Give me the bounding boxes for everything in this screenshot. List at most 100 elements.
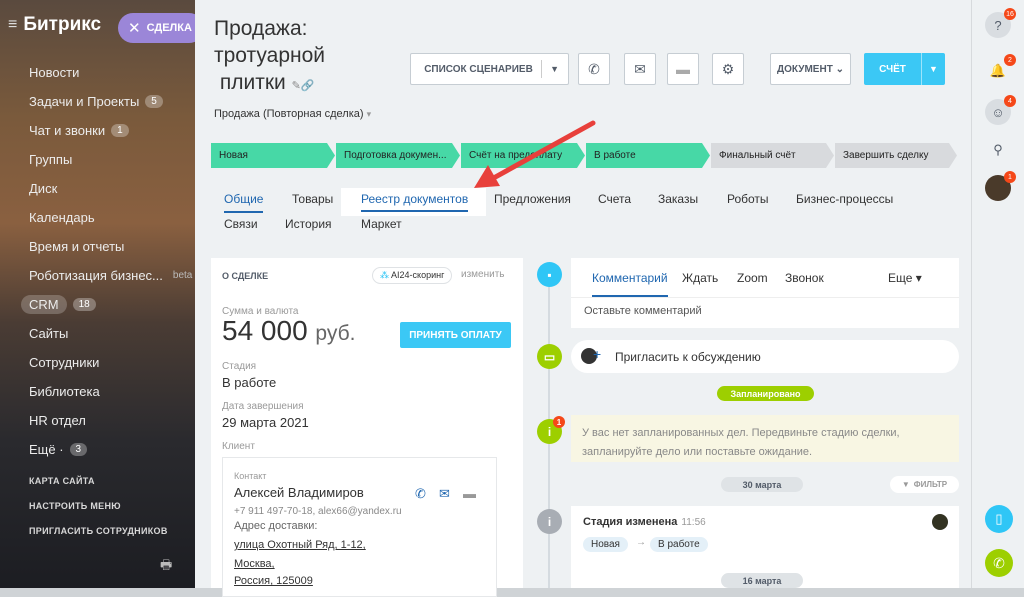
stage-new[interactable]: Новая xyxy=(211,143,335,168)
edit-pencil-icon[interactable]: ✎ xyxy=(292,80,301,92)
sidebar-item-robotization[interactable]: Роботизация бизнес... beta xyxy=(0,261,195,290)
stage-final-invoice[interactable]: Финальный счёт xyxy=(711,143,834,168)
invoice-label: СЧЁТ xyxy=(879,63,906,75)
scenarios-button[interactable]: СПИСОК СЦЕНАРИЕВ ▼ xyxy=(410,53,569,85)
help-icon[interactable]: ? 16 xyxy=(985,8,1016,38)
deal-pill-label: СДЕЛКА xyxy=(146,22,192,34)
invite-discussion[interactable]: + Пригласить к обсуждению xyxy=(571,340,959,373)
sidebar-item-news[interactable]: Новости xyxy=(0,58,195,87)
phone-icon[interactable]: ✆ xyxy=(415,486,426,502)
editor-tab-comment[interactable]: Комментарий xyxy=(592,271,668,297)
ai-scoring-tag[interactable]: ⁂ AI24-скоринг xyxy=(372,267,453,284)
tab-general[interactable]: Общие xyxy=(224,192,264,213)
close-icon[interactable]: ✕ xyxy=(128,19,141,37)
accept-payment-button[interactable]: ПРИНЯТЬ ОПЛАТУ xyxy=(400,322,511,348)
address-line[interactable]: улица Охотный Ряд, 1-12, xyxy=(234,539,366,551)
tab-documents-registry[interactable]: Реестр документов xyxy=(341,188,487,216)
tab-robots[interactable]: Роботы xyxy=(727,192,769,206)
contact-name[interactable]: Алексей Владимиров xyxy=(234,485,364,500)
currency: руб. xyxy=(315,322,356,345)
help-count-badge: 16 xyxy=(1004,8,1016,20)
link-icon[interactable]: 🔗 xyxy=(301,80,315,92)
tab-market[interactable]: Маркет xyxy=(361,217,402,231)
printer-icon[interactable]: 🖶 xyxy=(160,556,172,578)
change-title-text: Стадия изменена xyxy=(583,516,678,528)
sidebar-item-tasks[interactable]: Задачи и Проекты 5 xyxy=(0,87,195,116)
deal-close-pill[interactable]: ✕ СДЕЛКА xyxy=(118,13,195,43)
gear-icon: ⚙ xyxy=(721,60,735,77)
chat-button[interactable]: ▬ xyxy=(667,53,699,85)
comment-input[interactable]: Оставьте комментарий xyxy=(584,305,702,317)
phone-icon[interactable]: ✆ xyxy=(985,549,1013,577)
more-label: Еще xyxy=(888,271,913,285)
editor-tab-zoom[interactable]: Zoom xyxy=(737,271,768,285)
editor-tab-more[interactable]: Еще ▾ xyxy=(888,271,922,285)
title-line: плитки xyxy=(219,71,286,94)
stage-in-progress[interactable]: В работе xyxy=(586,143,710,168)
sidebar-item-calendar[interactable]: Календарь xyxy=(0,203,195,232)
sidebar-item-employees[interactable]: Сотрудники xyxy=(0,348,195,377)
stage-close-deal[interactable]: Завершить сделку xyxy=(835,143,957,168)
sidebar-item-chat[interactable]: Чат и звонки 1 xyxy=(0,116,195,145)
sidebar-item-disk[interactable]: Диск xyxy=(0,174,195,203)
sidebar-item-library[interactable]: Библиотека xyxy=(0,377,195,406)
editor-tab-wait[interactable]: Ждать xyxy=(682,271,718,285)
tab-business-processes[interactable]: Бизнес-процессы xyxy=(796,192,893,206)
configure-menu-link[interactable]: НАСТРОИТЬ МЕНЮ xyxy=(29,501,168,526)
contact-block: Контакт Алексей Владимиров ✆ ✉ ▬ +7 911 … xyxy=(222,457,497,597)
mail-icon[interactable]: ✉ xyxy=(439,486,450,502)
sidebar-item-sites[interactable]: Сайты xyxy=(0,319,195,348)
avatar-count-badge: 1 xyxy=(1004,171,1016,183)
edit-link[interactable]: изменить xyxy=(461,269,505,280)
tab-history[interactable]: История xyxy=(285,217,332,231)
call-button[interactable]: ✆ xyxy=(578,53,610,85)
address-line[interactable]: Россия, 125009 xyxy=(234,575,313,587)
search-icon[interactable]: ⚲ xyxy=(985,137,1011,163)
chevron-down-icon[interactable]: ▼ xyxy=(550,64,559,74)
sitemap-link[interactable]: КАРТА САЙТА xyxy=(29,476,168,501)
stage-from-pill: Новая xyxy=(583,537,628,552)
count-badge: 3 xyxy=(69,443,88,456)
stage-prepayment-invoice[interactable]: Счёт на предоплату xyxy=(461,143,585,168)
email-button[interactable]: ✉ xyxy=(624,53,656,85)
document-button[interactable]: ДОКУМЕНТ ⌄ xyxy=(770,53,851,85)
avatar[interactable] xyxy=(932,514,948,530)
close-date-value: 29 марта 2021 xyxy=(222,415,309,430)
logo[interactable]: Битрикс xyxy=(23,14,101,36)
sidebar-item-groups[interactable]: Группы xyxy=(0,145,195,174)
menu-burger-icon[interactable]: ≡ xyxy=(8,17,17,33)
contact-phone-email[interactable]: +7 911 497-70-18, alex66@yandex.ru xyxy=(234,506,402,517)
sidebar-item-label: CRM xyxy=(21,295,67,314)
stage-value: В работе xyxy=(222,375,277,390)
settings-button[interactable]: ⚙ xyxy=(712,53,744,85)
invite-label: Пригласить к обсуждению xyxy=(615,350,761,364)
tab-orders[interactable]: Заказы xyxy=(658,192,698,206)
sidebar-item-time[interactable]: Время и отчеты xyxy=(0,232,195,261)
sidebar-item-label: Ещё · xyxy=(29,442,64,457)
filter-button[interactable]: ▼ ФИЛЬТР xyxy=(890,476,959,493)
card-title: О СДЕЛКЕ xyxy=(222,271,269,281)
mobile-app-icon[interactable]: ▯ xyxy=(985,505,1013,533)
bell-icon[interactable]: 🔔 2 xyxy=(985,54,1016,84)
sidebar-item-crm[interactable]: CRM 18 xyxy=(0,290,195,319)
deal-category[interactable]: Продажа (Повторная сделка) ▾ xyxy=(214,108,371,120)
tab-label: Реестр документов xyxy=(361,192,469,212)
editor-tab-call[interactable]: Звонок xyxy=(785,271,824,285)
tab-offers[interactable]: Предложения xyxy=(494,192,571,206)
tab-products[interactable]: Товары xyxy=(292,192,333,206)
tab-links[interactable]: Связи xyxy=(224,217,258,231)
chat-icon[interactable]: ▬ xyxy=(463,486,476,501)
invoice-button[interactable]: СЧЁТ ▼ xyxy=(864,53,945,85)
ai-scoring-label: AI24-скоринг xyxy=(391,270,445,280)
sidebar-item-more[interactable]: Ещё · 3 xyxy=(0,435,195,464)
invite-employees-link[interactable]: ПРИГЛАСИТЬ СОТРУДНИКОВ xyxy=(29,526,168,551)
chevron-down-icon: ⌄ xyxy=(835,63,844,75)
tab-invoices[interactable]: Счета xyxy=(598,192,631,206)
sidebar-item-hr[interactable]: HR отдел xyxy=(0,406,195,435)
address-line[interactable]: Москва, xyxy=(234,558,275,570)
chat-bubble-icon[interactable]: ☺ 4 xyxy=(985,95,1016,125)
user-avatar[interactable]: 1 xyxy=(985,171,1016,201)
empty-plan-notice: У вас нет запланированных дел. Передвинь… xyxy=(571,415,959,462)
stage-prepare-docs[interactable]: Подготовка докумен... xyxy=(336,143,460,168)
chevron-down-icon[interactable]: ▼ xyxy=(921,53,945,85)
